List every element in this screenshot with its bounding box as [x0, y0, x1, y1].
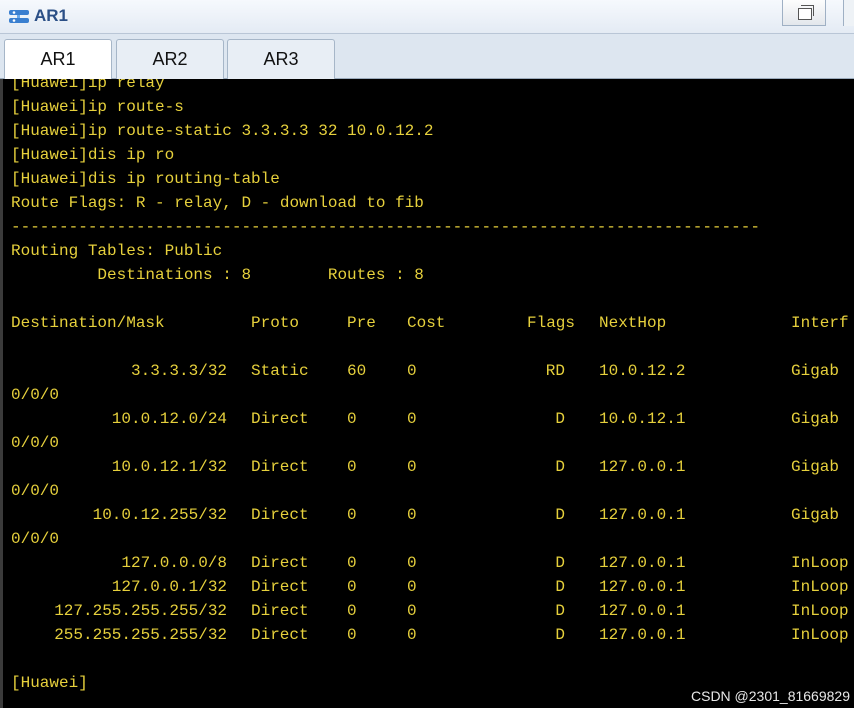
- route-nexthop: 127.0.0.1: [599, 602, 686, 620]
- route-proto: Direct: [251, 554, 309, 572]
- window-title: AR1: [34, 6, 69, 25]
- route-interface-continuation: 0/0/0: [11, 386, 60, 404]
- route-interface: Gigab: [791, 506, 840, 524]
- route-flags: D: [555, 578, 565, 596]
- route-interface: InLoop: [791, 554, 849, 572]
- route-flags: D: [555, 602, 565, 620]
- route-destination: 127.0.0.1/32: [111, 578, 228, 596]
- route-interface: Gigab: [791, 458, 840, 476]
- route-proto: Direct: [251, 410, 309, 428]
- route-cost: 0: [407, 626, 417, 644]
- route-pre: 0: [347, 554, 357, 572]
- header-nexthop: NextHop: [599, 314, 667, 332]
- route-destination: 255.255.255.255/32: [54, 626, 228, 644]
- header-interface: Interf: [791, 314, 849, 332]
- device-tab-bar: AR1 AR2 AR3: [0, 34, 854, 79]
- route-nexthop: 127.0.0.1: [599, 626, 686, 644]
- route-cost: 0: [407, 578, 417, 596]
- route-nexthop: 127.0.0.1: [599, 578, 686, 596]
- route-proto: Static: [251, 362, 309, 380]
- route-interface: Gigab: [791, 410, 840, 428]
- console-line: [Huawei]ip route-s: [11, 98, 184, 116]
- route-interface: InLoop: [791, 602, 849, 620]
- header-flags: Flags: [527, 314, 576, 332]
- route-flags: RD: [545, 362, 565, 380]
- route-cost: 0: [407, 602, 417, 620]
- route-interface-continuation: 0/0/0: [11, 482, 60, 500]
- route-destination: 127.255.255.255/32: [54, 602, 228, 620]
- route-flags: D: [555, 410, 565, 428]
- route-flags: D: [555, 506, 565, 524]
- console-prompt: [Huawei]: [11, 674, 88, 692]
- console-line: [Huawei]dis ip ro: [11, 146, 175, 164]
- route-flags: D: [555, 554, 565, 572]
- route-nexthop: 10.0.12.2: [599, 362, 686, 380]
- console-separator: ----------------------------------------…: [11, 218, 760, 236]
- route-proto: Direct: [251, 458, 309, 476]
- route-cost: 0: [407, 506, 417, 524]
- route-destination: 10.0.12.255/32: [92, 506, 228, 524]
- route-nexthop: 127.0.0.1: [599, 458, 686, 476]
- route-nexthop: 127.0.0.1: [599, 506, 686, 524]
- console-line: Destinations : 8 Routes : 8: [11, 266, 424, 284]
- route-interface: InLoop: [791, 578, 849, 596]
- router-app-icon: [9, 10, 29, 23]
- route-flags: D: [555, 626, 565, 644]
- route-destination: 127.0.0.0/8: [121, 554, 228, 572]
- route-pre: 60: [347, 362, 367, 380]
- route-interface: InLoop: [791, 626, 849, 644]
- route-destination: 10.0.12.1/32: [111, 458, 228, 476]
- route-destination: 10.0.12.0/24: [111, 410, 228, 428]
- tab-ar3[interactable]: AR3: [227, 39, 335, 79]
- route-proto: Direct: [251, 602, 309, 620]
- route-pre: 0: [347, 458, 357, 476]
- console-line: Routing Tables: Public: [11, 242, 223, 260]
- terminal-console[interactable]: [Huawei]ip relay [Huawei]ip route-s [Hua…: [0, 79, 854, 708]
- console-line: [Huawei]dis ip routing-table: [11, 170, 280, 188]
- route-flags: D: [555, 458, 565, 476]
- tab-ar2[interactable]: AR2: [116, 39, 224, 79]
- route-cost: 0: [407, 458, 417, 476]
- header-cost: Cost: [407, 314, 446, 332]
- route-interface-continuation: 0/0/0: [11, 434, 60, 452]
- tab-ar1[interactable]: AR1: [4, 39, 112, 79]
- route-nexthop: 127.0.0.1: [599, 554, 686, 572]
- route-proto: Direct: [251, 578, 309, 596]
- restore-icon: [798, 8, 812, 20]
- console-line: [Huawei]ip relay: [11, 79, 165, 92]
- route-interface: Gigab: [791, 362, 840, 380]
- route-pre: 0: [347, 626, 357, 644]
- console-line: Route Flags: R - relay, D - download to …: [11, 194, 424, 212]
- route-pre: 0: [347, 506, 357, 524]
- route-destination: 3.3.3.3/32: [131, 362, 228, 380]
- watermark: CSDN @2301_81669829: [691, 688, 850, 704]
- header-pre: Pre: [347, 314, 376, 332]
- route-pre: 0: [347, 602, 357, 620]
- route-cost: 0: [407, 410, 417, 428]
- window-titlebar: AR1: [0, 0, 854, 34]
- route-nexthop: 10.0.12.1: [599, 410, 686, 428]
- restore-button[interactable]: [782, 0, 826, 26]
- header-destination: Destination/Mask: [11, 314, 165, 332]
- route-pre: 0: [347, 410, 357, 428]
- close-button-edge[interactable]: [843, 0, 854, 26]
- header-proto: Proto: [251, 314, 300, 332]
- console-line: [Huawei]ip route-static 3.3.3.3 32 10.0.…: [11, 122, 434, 140]
- route-interface-continuation: 0/0/0: [11, 530, 60, 548]
- route-cost: 0: [407, 554, 417, 572]
- route-proto: Direct: [251, 626, 309, 644]
- route-proto: Direct: [251, 506, 309, 524]
- route-pre: 0: [347, 578, 357, 596]
- route-cost: 0: [407, 362, 417, 380]
